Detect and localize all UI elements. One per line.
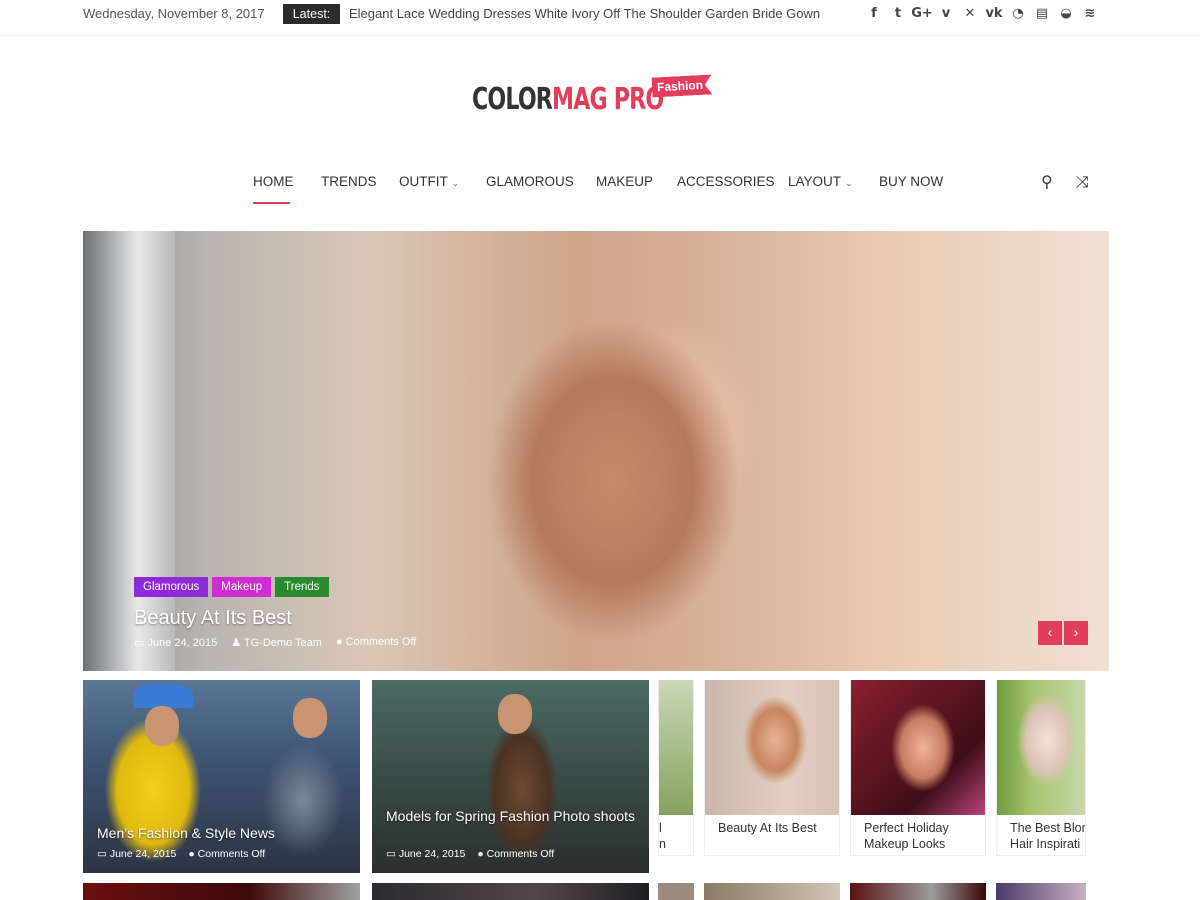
random-post-icon[interactable]: ⤨ — [1076, 172, 1089, 192]
nav-item-trends[interactable]: TRENDS — [321, 174, 377, 189]
tripadvisor-icon[interactable]: ◒ — [1054, 6, 1078, 21]
next-row-image — [996, 883, 1086, 900]
hero-title[interactable]: Beauty At Its Best — [134, 607, 292, 630]
card-title[interactable]: Models for Spring Fashion Photo shoots — [386, 808, 636, 825]
carousel-title[interactable]: The Best Blon Hair Inspirati — [1010, 820, 1086, 852]
featured-card[interactable]: Models for Spring Fashion Photo shoots ▭… — [372, 680, 649, 873]
category-badge-makeup[interactable]: Makeup — [212, 577, 272, 597]
hero-slider[interactable]: Glamorous Makeup Trends Beauty At Its Best… — [83, 231, 1109, 671]
nav-item-label: MAKEUP — [596, 174, 654, 189]
comment-icon: ● — [188, 848, 198, 860]
comment-icon: ● — [335, 636, 346, 648]
hero-categories: Glamorous Makeup Trends — [134, 577, 329, 597]
facebook-icon[interactable]: f — [862, 6, 886, 21]
user-icon: ♟ — [231, 637, 244, 649]
card-image-face — [293, 698, 327, 738]
google-plus-icon[interactable]: G+ — [910, 6, 934, 21]
site-logo[interactable]: COLORMAG PRO Fashion — [472, 74, 717, 126]
card-date[interactable]: ▭ June 24, 2015 — [386, 848, 465, 860]
nav-item-layout[interactable]: LAYOUT ⌄ — [788, 174, 853, 189]
slider-prev-button[interactable]: ‹ — [1038, 621, 1062, 645]
carousel-image — [659, 680, 693, 815]
nav-item-accessories[interactable]: ACCESSORIES — [677, 174, 775, 189]
hero-author[interactable]: ♟ TG-Demo Team — [231, 636, 322, 649]
next-row-image — [850, 883, 986, 900]
hero-meta: ▭ June 24, 2015 ♟ TG-Demo Team ● Comment… — [134, 636, 416, 649]
next-row-image — [83, 883, 360, 900]
nav-item-home[interactable]: HOME — [253, 174, 294, 189]
nav-item-label: BUY NOW — [879, 174, 944, 189]
chevron-down-icon: ⌄ — [845, 178, 853, 188]
nav-item-label: LAYOUT — [788, 174, 842, 189]
rss-icon[interactable]: ≋ — [1078, 6, 1102, 21]
active-nav-underline — [253, 202, 290, 204]
latest-label: Latest: — [283, 4, 340, 24]
card-image-hat — [133, 684, 193, 708]
current-date: Wednesday, November 8, 2017 — [83, 6, 265, 21]
calendar-icon: ▭ — [97, 848, 110, 860]
nav-item-label: TRENDS — [321, 174, 377, 189]
hero-image-pillar — [83, 231, 175, 671]
carousel-title-line: Hair Inspirati — [1010, 837, 1081, 851]
weibo-icon[interactable]: ◔ — [1006, 6, 1030, 21]
carousel-image — [851, 680, 985, 815]
top-bar: Wednesday, November 8, 2017 Latest: Eleg… — [0, 0, 1200, 36]
card-image-face — [145, 706, 179, 746]
hero-comments[interactable]: ● Comments Off — [336, 636, 416, 649]
latest-headline-link[interactable]: Elegant Lace Wedding Dresses White Ivory… — [349, 6, 820, 21]
card-comments[interactable]: ● Comments Off — [188, 848, 265, 860]
card-image-face — [498, 694, 532, 734]
carousel-item[interactable]: Beauty At Its Best — [704, 680, 840, 856]
vimeo-icon[interactable]: v — [934, 6, 958, 21]
nav-item-label: GLAMOROUS — [486, 174, 574, 189]
carousel-title[interactable]: Perfect Holiday Makeup Looks — [864, 820, 984, 852]
nav-item-label: ACCESSORIES — [677, 174, 775, 189]
category-badge-trends[interactable]: Trends — [275, 577, 329, 597]
logo-text-color: COLOR — [472, 82, 553, 117]
calendar-icon: ▭ — [134, 637, 148, 649]
carousel-image — [997, 680, 1085, 815]
foursquare-icon[interactable]: ▤ — [1030, 6, 1054, 21]
card-title[interactable]: Men’s Fashion & Style News — [97, 825, 275, 842]
slider-arrows: ‹ › — [1038, 621, 1088, 645]
card-meta: ▭ June 24, 2015 ● Comments Off — [386, 848, 554, 860]
carousel-title[interactable]: Beauty At Its Best — [718, 820, 817, 836]
nav-item-label: OUTFIT — [399, 174, 448, 189]
featured-card[interactable]: Men’s Fashion & Style News ▭ June 24, 20… — [83, 680, 360, 873]
carousel-title[interactable]: l n — [659, 820, 666, 852]
card-date[interactable]: ▭ June 24, 2015 — [97, 848, 176, 860]
search-icon[interactable]: ⚲ — [1041, 172, 1053, 191]
nav-item-makeup[interactable]: MAKEUP — [596, 174, 653, 189]
logo-text-mag-pro: MAG PRO — [552, 82, 664, 117]
nav-item-buy-now[interactable]: BUY NOW — [879, 174, 943, 189]
card-meta: ▭ June 24, 2015 ● Comments Off — [97, 848, 265, 860]
twitter-icon[interactable]: t — [886, 6, 910, 21]
nav-item-glamorous[interactable]: GLAMOROUS — [486, 174, 574, 189]
next-row-image — [658, 883, 694, 900]
next-row-image — [372, 883, 649, 900]
carousel-item[interactable]: The Best Blon Hair Inspirati — [996, 680, 1086, 856]
carousel-item[interactable]: Perfect Holiday Makeup Looks — [850, 680, 986, 856]
slider-next-button[interactable]: › — [1064, 621, 1088, 645]
carousel-item[interactable]: l n — [658, 680, 694, 856]
carousel-image — [705, 680, 839, 815]
social-icons: f t G+ v ✕ vk ◔ ▤ ◒ ≋ — [862, 4, 1102, 22]
calendar-icon: ▭ — [386, 848, 399, 860]
comment-icon: ● — [477, 848, 487, 860]
carousel-title-line: The Best Blon — [1010, 821, 1086, 835]
logo-ribbon-fashion: Fashion — [652, 74, 713, 97]
chevron-down-icon: ⌄ — [451, 178, 460, 188]
nav-item-label: HOME — [253, 174, 294, 189]
xing-icon[interactable]: ✕ — [958, 6, 982, 21]
card-comments[interactable]: ● Comments Off — [477, 848, 554, 860]
next-row-image — [704, 883, 840, 900]
category-badge-glamorous[interactable]: Glamorous — [134, 577, 209, 597]
vk-icon[interactable]: vk — [982, 6, 1006, 21]
nav-item-outfit[interactable]: OUTFIT ⌄ — [399, 174, 459, 189]
hero-date[interactable]: ▭ June 24, 2015 — [134, 636, 217, 649]
